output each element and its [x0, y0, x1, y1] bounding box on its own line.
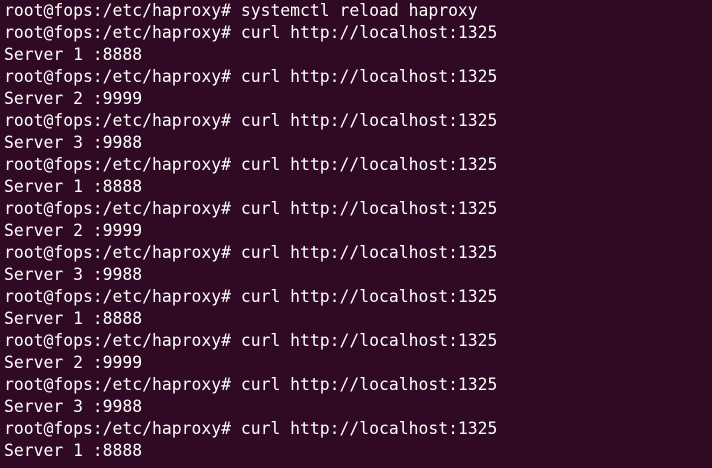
command-text: curl http://localhost:1325: [230, 67, 498, 86]
shell-prompt: root@fops:/etc/haproxy#: [4, 23, 231, 42]
output-text: Server 1 :8888: [4, 441, 143, 460]
shell-prompt: root@fops:/etc/haproxy#: [4, 375, 231, 394]
output-line: Server 1 :8888: [4, 308, 497, 330]
shell-prompt: root@fops:/etc/haproxy#: [4, 1, 231, 20]
output-text: Server 2 :9999: [4, 353, 143, 372]
command-text: curl http://localhost:1325: [230, 199, 498, 218]
output-text: Server 3 :9988: [4, 133, 143, 152]
command-text: curl http://localhost:1325: [230, 155, 498, 174]
output-line: Server 2 :9999: [4, 220, 497, 242]
output-line: Server 2 :9999: [4, 352, 497, 374]
terminal-output: root@fops:/etc/haproxy# systemctl reload…: [4, 0, 497, 462]
command-line: root@fops:/etc/haproxy# curl http://loca…: [4, 286, 497, 308]
output-text: Server 1 :8888: [4, 45, 143, 64]
output-text: Server 3 :9988: [4, 265, 143, 284]
shell-prompt: root@fops:/etc/haproxy#: [4, 155, 231, 174]
command-text: curl http://localhost:1325: [230, 23, 498, 42]
output-line: Server 3 :9988: [4, 132, 497, 154]
command-text: curl http://localhost:1325: [230, 375, 498, 394]
shell-prompt: root@fops:/etc/haproxy#: [4, 199, 231, 218]
command-line: root@fops:/etc/haproxy# curl http://loca…: [4, 374, 497, 396]
shell-prompt: root@fops:/etc/haproxy#: [4, 287, 231, 306]
output-line: Server 1 :8888: [4, 176, 497, 198]
command-line: root@fops:/etc/haproxy# curl http://loca…: [4, 22, 497, 44]
command-line: root@fops:/etc/haproxy# curl http://loca…: [4, 242, 497, 264]
command-text: curl http://localhost:1325: [230, 111, 498, 130]
command-line: root@fops:/etc/haproxy# curl http://loca…: [4, 110, 497, 132]
command-line: root@fops:/etc/haproxy# systemctl reload…: [4, 0, 497, 22]
shell-prompt: root@fops:/etc/haproxy#: [4, 111, 231, 130]
output-text: Server 3 :9988: [4, 397, 143, 416]
command-line: root@fops:/etc/haproxy# curl http://loca…: [4, 66, 497, 88]
output-text: Server 1 :8888: [4, 177, 143, 196]
command-text: curl http://localhost:1325: [230, 331, 498, 350]
output-text: Server 2 :9999: [4, 89, 143, 108]
command-text: curl http://localhost:1325: [230, 419, 498, 438]
output-line: Server 2 :9999: [4, 88, 497, 110]
command-line: root@fops:/etc/haproxy# curl http://loca…: [4, 418, 497, 440]
command-text: curl http://localhost:1325: [230, 287, 498, 306]
terminal-window[interactable]: root@fops:/etc/haproxy# systemctl reload…: [0, 0, 712, 468]
command-line: root@fops:/etc/haproxy# curl http://loca…: [4, 198, 497, 220]
output-line: Server 1 :8888: [4, 44, 497, 66]
output-text: Server 2 :9999: [4, 221, 143, 240]
output-line: Server 3 :9988: [4, 396, 497, 418]
output-text: Server 1 :8888: [4, 309, 143, 328]
shell-prompt: root@fops:/etc/haproxy#: [4, 419, 231, 438]
command-text: systemctl reload haproxy: [230, 1, 478, 20]
output-line: Server 3 :9988: [4, 264, 497, 286]
command-line: root@fops:/etc/haproxy# curl http://loca…: [4, 154, 497, 176]
command-line: root@fops:/etc/haproxy# curl http://loca…: [4, 330, 497, 352]
output-line: Server 1 :8888: [4, 440, 497, 462]
shell-prompt: root@fops:/etc/haproxy#: [4, 243, 231, 262]
shell-prompt: root@fops:/etc/haproxy#: [4, 67, 231, 86]
shell-prompt: root@fops:/etc/haproxy#: [4, 331, 231, 350]
command-text: curl http://localhost:1325: [230, 243, 498, 262]
